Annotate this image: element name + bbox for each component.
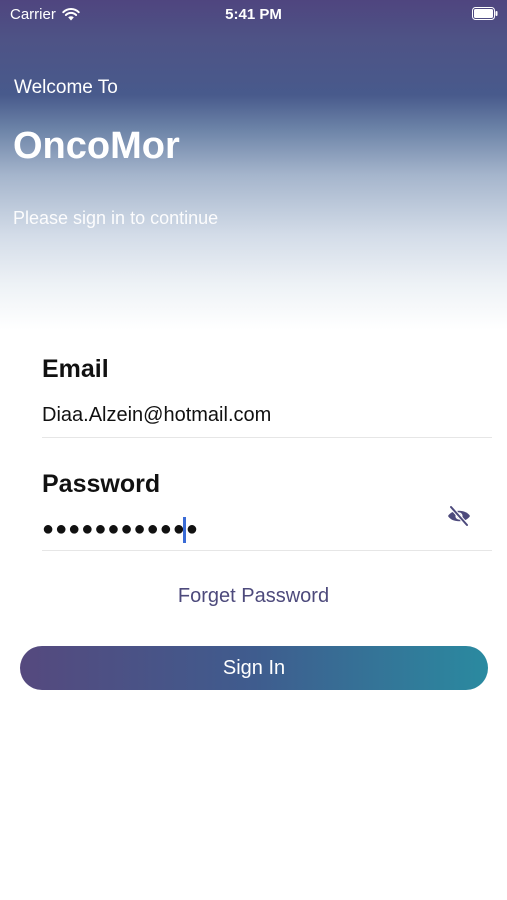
email-label: Email [42, 355, 109, 383]
email-input[interactable] [42, 401, 492, 429]
app-title: OncoMor [13, 125, 180, 167]
welcome-text: Welcome To [14, 77, 118, 98]
header-background: Carrier 5:41 PM Welcome To OncoMor Pleas… [0, 0, 507, 330]
email-divider [42, 437, 492, 438]
password-input[interactable]: ●●●●●●●●●●●● [42, 515, 199, 543]
password-label: Password [42, 470, 161, 498]
forget-password-link[interactable]: Forget Password [0, 585, 507, 608]
text-caret [183, 517, 186, 543]
password-divider [42, 550, 492, 551]
battery-icon [472, 7, 498, 20]
eye-slash-icon[interactable] [446, 504, 472, 528]
status-time: 5:41 PM [225, 6, 282, 23]
sign-in-button[interactable]: Sign In [20, 646, 488, 690]
signin-subtitle: Please sign in to continue [13, 208, 219, 228]
status-bar: Carrier 5:41 PM [0, 0, 507, 30]
